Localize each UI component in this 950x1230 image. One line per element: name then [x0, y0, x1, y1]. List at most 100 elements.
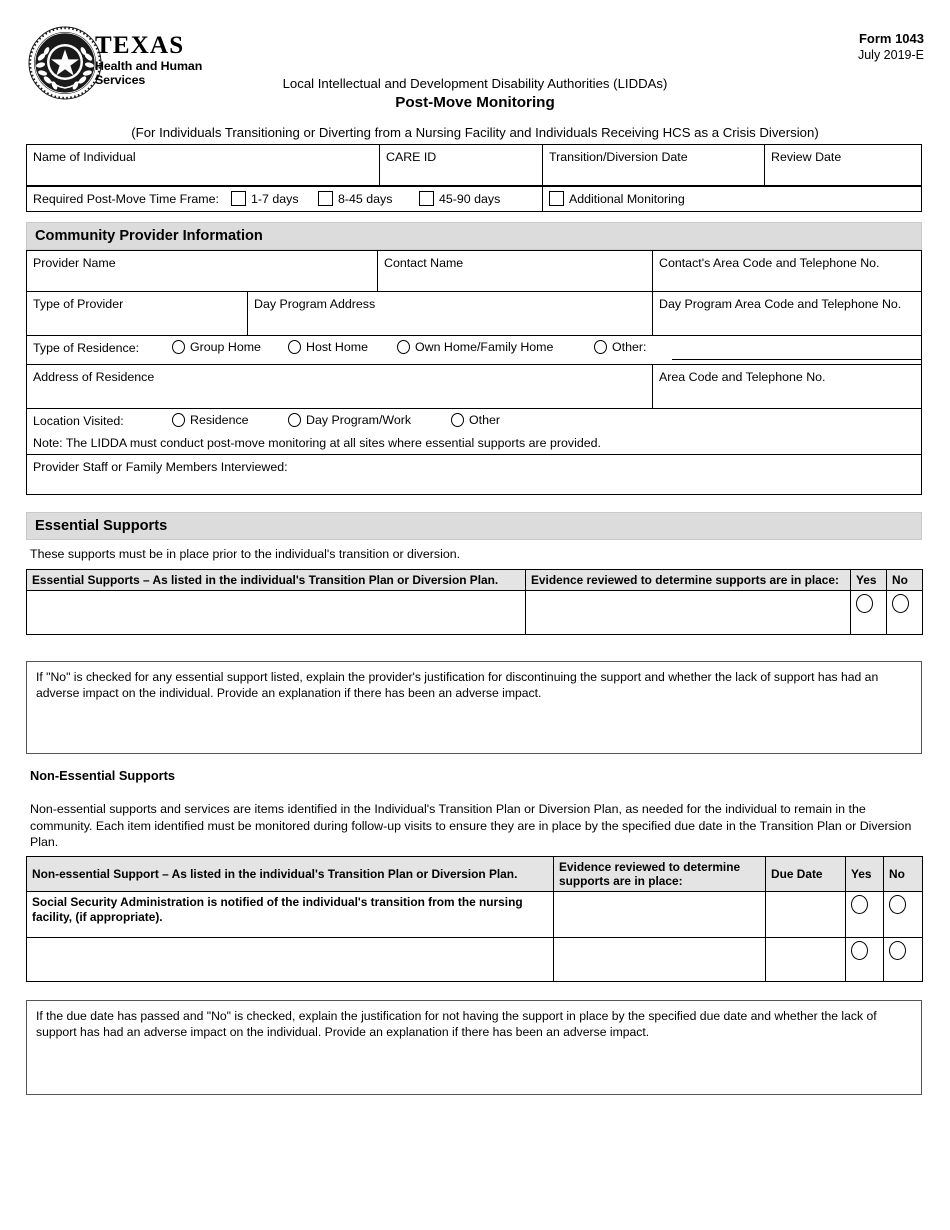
lidda-note: Note: The LIDDA must conduct post-move m…: [33, 436, 601, 450]
radio-icon[interactable]: [172, 340, 185, 354]
essential-supports-table: Essential Supports – As listed in the in…: [26, 569, 923, 635]
label-name-of-individual: Name of Individual: [33, 150, 136, 164]
label-care-id: CARE ID: [386, 150, 437, 164]
form-page: TEXAS Health and Human Services Form 104…: [0, 0, 950, 1230]
explanation-text: If the due date has passed and "No" is c…: [36, 1009, 877, 1040]
column-header-essential-support: Essential Supports – As listed in the in…: [26, 569, 526, 591]
radio-icon[interactable]: [594, 340, 607, 354]
option-label: 45-90 days: [439, 192, 501, 206]
option-label: 1-7 days: [251, 192, 299, 206]
option-label: 8-45 days: [338, 192, 393, 206]
checkbox-icon[interactable]: [549, 191, 564, 206]
identification-table: Name of Individual CARE ID Transition/Di…: [26, 144, 922, 186]
radio-icon[interactable]: [856, 594, 873, 613]
label-contact-name: Contact Name: [384, 256, 464, 270]
column-header-no: No: [883, 856, 923, 892]
column-header-evidence: Evidence reviewed to determine supports …: [525, 569, 851, 591]
checkbox-option-1-7-days[interactable]: 1-7 days: [231, 191, 299, 206]
checkbox-additional-monitoring[interactable]: Additional Monitoring: [549, 191, 685, 206]
column-header-due-date: Due Date: [765, 856, 846, 892]
table-header-row: Essential Supports – As listed in the in…: [26, 569, 923, 591]
option-label: Other:: [612, 340, 647, 354]
label-time-frame: Required Post-Move Time Frame:: [33, 192, 219, 206]
radio-icon[interactable]: [288, 340, 301, 354]
radio-option-own-home-family-home[interactable]: Own Home/Family Home: [397, 340, 553, 354]
radio-option-host-home[interactable]: Host Home: [288, 340, 368, 354]
non-essential-supports-explanation-box[interactable]: If the due date has passed and "No" is c…: [26, 1000, 922, 1095]
cell-no[interactable]: [886, 590, 923, 635]
label-review-date: Review Date: [771, 150, 842, 164]
radio-option-location-day-program-work[interactable]: Day Program/Work: [288, 413, 411, 427]
option-label: Other: [469, 413, 500, 427]
column-header-evidence: Evidence reviewed to determine supports …: [553, 856, 766, 892]
cell-non-essential-support[interactable]: [26, 937, 554, 982]
checkbox-option-45-90-days[interactable]: 45-90 days: [419, 191, 500, 206]
divider: [27, 291, 921, 293]
label-day-program-address: Day Program Address: [254, 297, 376, 311]
divider: [542, 145, 544, 185]
cell-essential-support[interactable]: [26, 590, 526, 635]
label-residence-phone: Area Code and Telephone No.: [659, 370, 826, 384]
table-row: Social Security Administration is notifi…: [26, 891, 923, 938]
option-label: Host Home: [306, 340, 368, 354]
checkbox-icon[interactable]: [231, 191, 246, 206]
option-label: Residence: [190, 413, 249, 427]
subsection-title-non-essential-supports: Non-Essential Supports: [30, 768, 176, 783]
radio-icon[interactable]: [851, 941, 868, 960]
label-staff-interviewed: Provider Staff or Family Members Intervi…: [33, 460, 288, 474]
option-label: Own Home/Family Home: [415, 340, 554, 354]
cell-due-date[interactable]: [765, 891, 846, 938]
cell-evidence[interactable]: [553, 937, 766, 982]
section-header-essential-supports: Essential Supports: [26, 512, 922, 540]
column-header-yes: Yes: [850, 569, 887, 591]
divider: [379, 145, 381, 185]
non-essential-supports-table: Non-essential Support – As listed in the…: [26, 856, 923, 982]
explanation-text: If "No" is checked for any essential sup…: [36, 670, 879, 701]
divider: [542, 187, 544, 211]
option-label: Day Program/Work: [306, 413, 412, 427]
label-contact-phone: Contact's Area Code and Telephone No.: [659, 256, 880, 270]
form-subtitle: Local Intellectual and Development Disab…: [282, 76, 668, 91]
table-header-row: Non-essential Support – As listed in the…: [26, 856, 923, 892]
radio-option-group-home[interactable]: Group Home: [172, 340, 261, 354]
checkbox-icon[interactable]: [318, 191, 333, 206]
radio-icon[interactable]: [889, 941, 906, 960]
form-number: Form 1043: [858, 31, 924, 46]
cell-no[interactable]: [883, 891, 923, 938]
checkbox-icon[interactable]: [419, 191, 434, 206]
label-day-program-phone: Day Program Area Code and Telephone No.: [659, 297, 902, 311]
divider: [27, 454, 921, 456]
label-transition-date: Transition/Diversion Date: [549, 150, 688, 164]
agency-name: TEXAS: [95, 32, 185, 59]
cell-no[interactable]: [883, 937, 923, 982]
radio-icon[interactable]: [892, 594, 909, 613]
radio-icon[interactable]: [451, 413, 464, 427]
divider: [27, 408, 921, 410]
cell-yes[interactable]: [845, 891, 884, 938]
cell-due-date[interactable]: [765, 937, 846, 982]
radio-icon[interactable]: [889, 895, 906, 914]
cell-non-essential-support[interactable]: Social Security Administration is notifi…: [26, 891, 554, 938]
page-title: Post-Move Monitoring: [395, 94, 555, 111]
radio-option-location-residence[interactable]: Residence: [172, 413, 249, 427]
radio-icon[interactable]: [851, 895, 868, 914]
radio-icon[interactable]: [172, 413, 185, 427]
cell-yes[interactable]: [850, 590, 887, 635]
cell-yes[interactable]: [845, 937, 884, 982]
table-row: [26, 937, 923, 982]
essential-supports-explanation-box[interactable]: If "No" is checked for any essential sup…: [26, 661, 922, 754]
other-residence-write-in-line[interactable]: [672, 359, 921, 361]
radio-icon[interactable]: [397, 340, 410, 354]
divider: [652, 251, 654, 335]
radio-option-location-other[interactable]: Other: [451, 413, 500, 427]
cell-evidence[interactable]: [553, 891, 766, 938]
title-block: Local Intellectual and Development Disab…: [0, 76, 950, 140]
radio-icon[interactable]: [288, 413, 301, 427]
divider: [764, 145, 766, 185]
divider: [377, 251, 379, 291]
column-header-yes: Yes: [845, 856, 884, 892]
option-label: Group Home: [190, 340, 261, 354]
cell-evidence[interactable]: [525, 590, 851, 635]
radio-option-residence-other[interactable]: Other:: [594, 340, 646, 354]
checkbox-option-8-45-days[interactable]: 8-45 days: [318, 191, 392, 206]
